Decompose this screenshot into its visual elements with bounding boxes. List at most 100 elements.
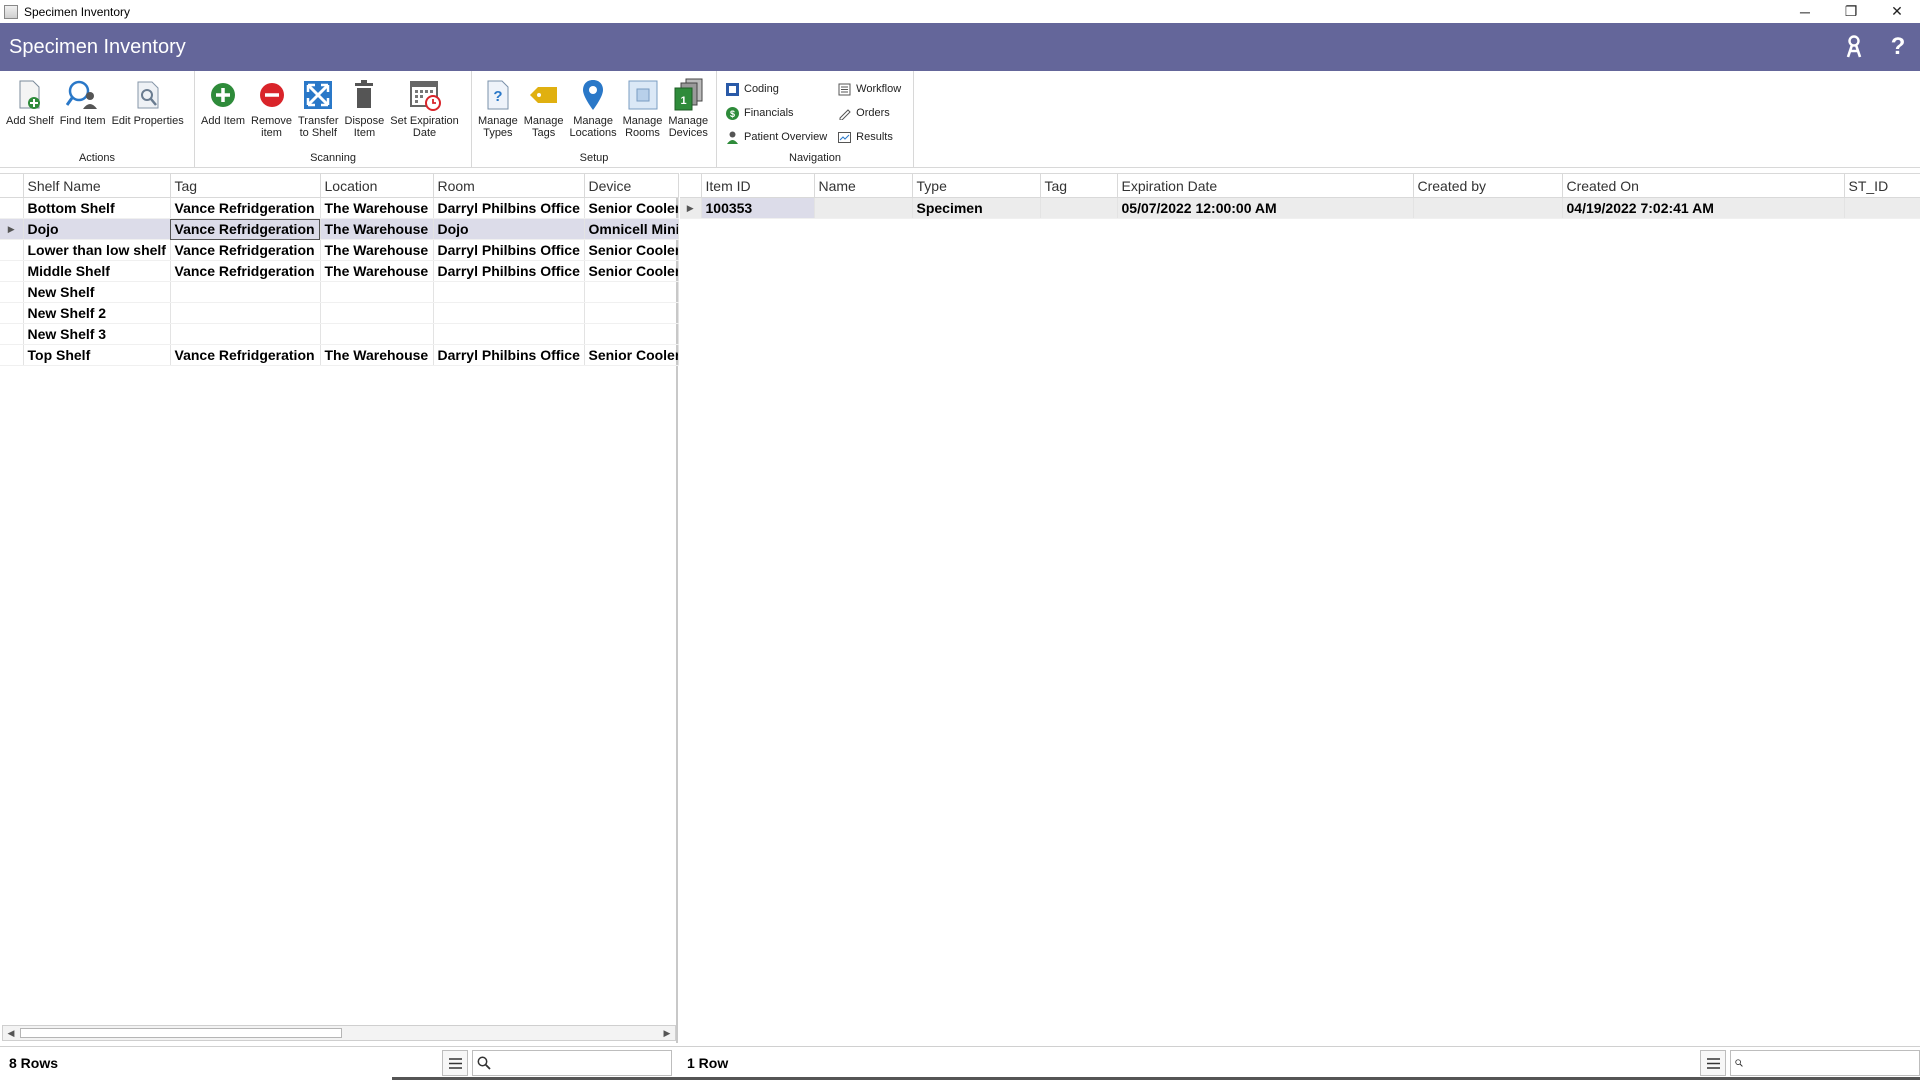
nav-financials-link[interactable]: $ Financials xyxy=(725,101,827,125)
manage-tags-button[interactable]: Manage Tags xyxy=(521,75,567,139)
shelf-device-cell[interactable] xyxy=(584,302,679,324)
shelf-row[interactable]: Lower than low shelf Vance Refridgeratio… xyxy=(0,239,679,261)
item-expiration-cell[interactable]: 05/07/2022 12:00:00 AM xyxy=(1117,197,1414,219)
edit-properties-button[interactable]: Edit Properties xyxy=(109,75,187,127)
shelf-name-cell[interactable]: New Shelf 2 xyxy=(23,302,171,324)
shelf-tag-cell[interactable]: Vance Refridgeration xyxy=(170,344,321,366)
shelf-room-cell[interactable]: Dojo xyxy=(433,218,585,240)
shelf-row[interactable]: Bottom Shelf Vance Refridgeration The Wa… xyxy=(0,197,679,219)
shelf-device-cell[interactable] xyxy=(584,323,679,345)
shelf-name-cell[interactable]: Lower than low shelf xyxy=(23,239,171,261)
item-row-selected[interactable]: ▶ 100353 Specimen 05/07/2022 12:00:00 AM… xyxy=(680,197,1920,219)
column-header-tag[interactable]: Tag xyxy=(1040,173,1118,198)
minimize-button[interactable]: ─ xyxy=(1782,0,1828,23)
shelf-row[interactable]: Middle Shelf Vance Refridgeration The Wa… xyxy=(0,260,679,282)
shelf-tag-cell[interactable]: Vance Refridgeration xyxy=(170,197,321,219)
find-item-button[interactable]: Find Item xyxy=(57,75,109,127)
item-st-id-cell[interactable] xyxy=(1844,197,1920,219)
shelf-row[interactable]: New Shelf 3 xyxy=(0,323,679,345)
close-button[interactable]: ✕ xyxy=(1874,0,1920,23)
column-header-name[interactable]: Name xyxy=(814,173,913,198)
shelf-row[interactable]: New Shelf xyxy=(0,281,679,303)
transfer-to-shelf-button[interactable]: Transfer to Shelf xyxy=(295,75,342,139)
shelf-tag-cell[interactable]: Vance Refridgeration xyxy=(170,239,321,261)
items-search-box[interactable] xyxy=(1730,1050,1920,1076)
item-created-on-cell[interactable]: 04/19/2022 7:02:41 AM xyxy=(1562,197,1845,219)
shelf-name-cell[interactable]: Top Shelf xyxy=(23,344,171,366)
shelf-tag-cell[interactable]: Vance Refridgeration xyxy=(170,218,321,240)
manage-rooms-button[interactable]: Manage Rooms xyxy=(620,75,666,139)
add-shelf-button[interactable]: Add Shelf xyxy=(3,75,57,127)
shelf-name-cell[interactable]: Middle Shelf xyxy=(23,260,171,282)
set-expiration-date-button[interactable]: Set Expiration Date xyxy=(387,75,461,139)
add-item-button[interactable]: Add Item xyxy=(198,75,248,139)
nav-coding-link[interactable]: Coding xyxy=(725,77,827,101)
column-header-created-on[interactable]: Created On xyxy=(1562,173,1845,198)
shelf-location-cell[interactable] xyxy=(320,323,434,345)
scrollbar-thumb[interactable] xyxy=(20,1028,342,1038)
scroll-left-arrow-icon[interactable]: ◀ xyxy=(3,1026,19,1040)
item-tag-cell[interactable] xyxy=(1040,197,1118,219)
shelf-room-cell[interactable]: Darryl Philbins Office xyxy=(433,260,585,282)
column-header-st-id[interactable]: ST_ID xyxy=(1844,173,1920,198)
shelf-name-cell[interactable]: New Shelf 3 xyxy=(23,323,171,345)
column-header-expiration-date[interactable]: Expiration Date xyxy=(1117,173,1414,198)
shelf-row[interactable]: New Shelf 2 xyxy=(0,302,679,324)
shelf-location-cell[interactable]: The Warehouse xyxy=(320,197,434,219)
shelf-location-cell[interactable]: The Warehouse xyxy=(320,344,434,366)
shelf-device-cell[interactable] xyxy=(584,281,679,303)
shelf-row[interactable]: Top Shelf Vance Refridgeration The Wareh… xyxy=(0,344,679,366)
shelf-location-cell[interactable]: The Warehouse xyxy=(320,260,434,282)
shelf-device-cell[interactable]: Senior Cooler xyxy=(584,260,679,282)
nav-workflow-link[interactable]: Workflow xyxy=(837,77,901,101)
column-header-type[interactable]: Type xyxy=(912,173,1041,198)
shelf-device-cell[interactable]: Omnicell Mini xyxy=(584,218,679,240)
user-badge-icon[interactable] xyxy=(1832,23,1876,71)
manage-types-button[interactable]: ? Manage Types xyxy=(475,75,521,139)
scroll-right-arrow-icon[interactable]: ▶ xyxy=(659,1026,675,1040)
item-name-cell[interactable] xyxy=(814,197,913,219)
shelf-location-cell[interactable] xyxy=(320,302,434,324)
help-icon[interactable]: ? xyxy=(1876,23,1920,71)
nav-orders-link[interactable]: Orders xyxy=(837,101,901,125)
shelf-room-cell[interactable]: Darryl Philbins Office xyxy=(433,239,585,261)
shelf-tag-cell[interactable] xyxy=(170,281,321,303)
nav-results-link[interactable]: Results xyxy=(837,125,901,149)
item-type-cell[interactable]: Specimen xyxy=(912,197,1041,219)
item-created-by-cell[interactable] xyxy=(1413,197,1563,219)
shelf-tag-cell[interactable]: Vance Refridgeration xyxy=(170,260,321,282)
column-header-room[interactable]: Room xyxy=(433,173,585,198)
shelf-room-cell[interactable] xyxy=(433,281,585,303)
shelf-name-cell[interactable]: New Shelf xyxy=(23,281,171,303)
shelf-name-cell[interactable]: Bottom Shelf xyxy=(23,197,171,219)
horizontal-scrollbar[interactable]: ◀ ▶ xyxy=(2,1025,676,1041)
column-header-tag[interactable]: Tag xyxy=(170,173,321,198)
column-header-created-by[interactable]: Created by xyxy=(1413,173,1563,198)
shelf-location-cell[interactable]: The Warehouse xyxy=(320,218,434,240)
dispose-item-button[interactable]: Dispose Item xyxy=(342,75,388,139)
shelf-room-cell[interactable]: Darryl Philbins Office xyxy=(433,197,585,219)
column-header-location[interactable]: Location xyxy=(320,173,434,198)
shelf-device-cell[interactable]: Senior Cooler xyxy=(584,239,679,261)
shelves-search-box[interactable] xyxy=(472,1050,672,1076)
shelf-location-cell[interactable] xyxy=(320,281,434,303)
shelves-search-input[interactable] xyxy=(491,1052,671,1074)
shelf-location-cell[interactable]: The Warehouse xyxy=(320,239,434,261)
column-header-shelf-name[interactable]: Shelf Name xyxy=(23,173,171,198)
nav-patient-overview-link[interactable]: Patient Overview xyxy=(725,125,827,149)
shelf-room-cell[interactable]: Darryl Philbins Office xyxy=(433,344,585,366)
shelf-tag-cell[interactable] xyxy=(170,323,321,345)
manage-devices-button[interactable]: 1 Manage Devices xyxy=(665,75,711,139)
restore-button[interactable]: ❐ xyxy=(1828,0,1874,23)
shelves-menu-button[interactable] xyxy=(442,1050,468,1076)
shelf-name-cell[interactable]: Dojo xyxy=(23,218,171,240)
shelf-row-selected[interactable]: ▶ Dojo Vance Refridgeration The Warehous… xyxy=(0,218,679,240)
remove-item-button[interactable]: Remove item xyxy=(248,75,295,139)
items-search-input[interactable] xyxy=(1743,1052,1919,1074)
shelf-room-cell[interactable] xyxy=(433,302,585,324)
item-id-cell[interactable]: 100353 xyxy=(701,197,815,219)
column-header-item-id[interactable]: Item ID xyxy=(701,173,815,198)
shelf-device-cell[interactable]: Senior Cooler xyxy=(584,344,679,366)
shelf-device-cell[interactable]: Senior Cooler xyxy=(584,197,679,219)
shelf-tag-cell[interactable] xyxy=(170,302,321,324)
